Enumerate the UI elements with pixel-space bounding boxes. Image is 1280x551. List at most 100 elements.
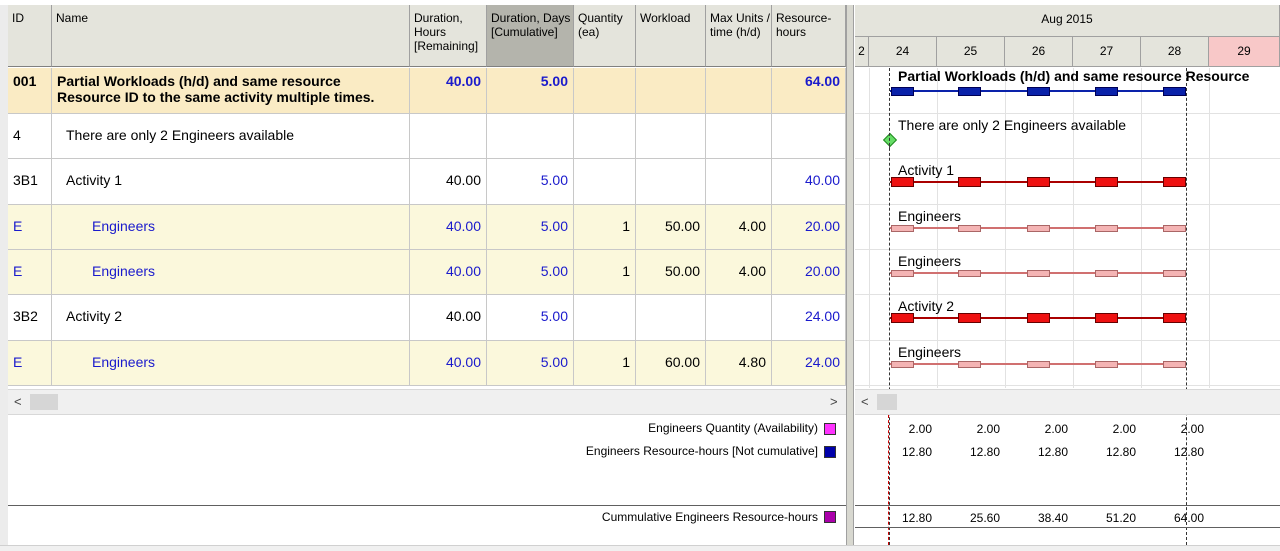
row-6-resource-hours[interactable]: 24.00	[772, 295, 846, 341]
row-5-workload[interactable]: 50.00	[636, 250, 706, 295]
col-header-workload[interactable]: Workload	[636, 5, 706, 67]
scroll-right-button[interactable]: >	[830, 394, 838, 409]
row-6-max-units[interactable]	[706, 295, 772, 341]
row-4-name[interactable]: Engineers	[52, 205, 410, 250]
row-6-quantity[interactable]	[574, 295, 636, 341]
gantt-bar-segment[interactable]	[1027, 360, 1050, 368]
gantt-bar-segment[interactable]	[891, 224, 914, 232]
gantt-bar-segment[interactable]	[1163, 224, 1186, 232]
gantt-bar-segment[interactable]	[891, 86, 914, 96]
col-header-resource-hours[interactable]: Resource- hours	[772, 5, 846, 67]
gantt-bar-segment[interactable]	[1095, 177, 1118, 187]
row-1-workload[interactable]	[636, 68, 706, 114]
gantt-bar-segment[interactable]	[1027, 224, 1050, 232]
row-1-name[interactable]: Partial Workloads (h/d) and same resourc…	[52, 68, 410, 114]
row-2-max-units[interactable]	[706, 114, 772, 159]
gantt-scrollbar-thumb[interactable]	[877, 394, 897, 410]
row-1-resource-hours[interactable]: 64.00	[772, 68, 846, 114]
row-4-id[interactable]: E	[8, 205, 52, 250]
row-5-id[interactable]: E	[8, 250, 52, 295]
gantt-bar-segment[interactable]	[1163, 269, 1186, 277]
gantt-bar-segment[interactable]	[1027, 313, 1050, 323]
gantt-bar-segment[interactable]	[1163, 86, 1186, 96]
gantt-bar-segment[interactable]	[1095, 224, 1118, 232]
row-4-workload[interactable]: 50.00	[636, 205, 706, 250]
row-7-id[interactable]: E	[8, 341, 52, 386]
row-1-dur-hours[interactable]: 40.00	[410, 68, 487, 114]
scrollbar-thumb[interactable]	[30, 394, 58, 410]
row-4-dur-hours[interactable]: 40.00	[410, 205, 487, 250]
row-4-resource-hours[interactable]: 20.00	[772, 205, 846, 250]
col-header-duration-hours[interactable]: Duration, Hours [Remaining]	[410, 5, 487, 67]
row-2-name[interactable]: There are only 2 Engineers available	[52, 114, 410, 159]
row-6-workload[interactable]	[636, 295, 706, 341]
row-5-dur-hours[interactable]: 40.00	[410, 250, 487, 295]
gantt-bar-segment[interactable]	[1163, 177, 1186, 187]
row-5-dur-days[interactable]: 5.00	[487, 250, 574, 295]
col-header-id[interactable]: ID	[8, 5, 52, 67]
gantt-bar-segment[interactable]	[1027, 86, 1050, 96]
row-4-max-units[interactable]: 4.00	[706, 205, 772, 250]
col-header-quantity[interactable]: Quantity (ea)	[574, 5, 636, 67]
row-2-quantity[interactable]	[574, 114, 636, 159]
row-5-resource-hours[interactable]: 20.00	[772, 250, 846, 295]
row-1-dur-days[interactable]: 5.00	[487, 68, 574, 114]
row-2-dur-days[interactable]	[487, 114, 574, 159]
gantt-bar-segment[interactable]	[1095, 86, 1118, 96]
gantt-bar-segment[interactable]	[1163, 360, 1186, 368]
row-3-max-units[interactable]	[706, 159, 772, 205]
row-3-name[interactable]: Activity 1	[52, 159, 410, 205]
gantt-bar-segment[interactable]	[958, 177, 981, 187]
gantt-bar-segment[interactable]	[958, 86, 981, 96]
gantt-bar-segment[interactable]	[958, 360, 981, 368]
row-7-dur-hours[interactable]: 40.00	[410, 341, 487, 386]
row-5-quantity[interactable]: 1	[574, 250, 636, 295]
row-6-id[interactable]: 3B2	[8, 295, 52, 341]
gantt-bar-segment[interactable]	[958, 224, 981, 232]
gantt-bar-segment[interactable]	[891, 360, 914, 368]
row-3-workload[interactable]	[636, 159, 706, 205]
gantt-bar-segment[interactable]	[1095, 360, 1118, 368]
row-7-name[interactable]: Engineers	[52, 341, 410, 386]
row-6-dur-hours[interactable]: 40.00	[410, 295, 487, 341]
gantt-bar-segment[interactable]	[958, 269, 981, 277]
row-3-resource-hours[interactable]: 40.00	[772, 159, 846, 205]
row-7-dur-days[interactable]: 5.00	[487, 341, 574, 386]
col-header-duration-days[interactable]: Duration, Days [Cumulative]	[487, 5, 574, 67]
gantt-bar-segment[interactable]	[1095, 313, 1118, 323]
scroll-left-button[interactable]: <	[14, 394, 22, 409]
gantt-bar-segment[interactable]	[891, 269, 914, 277]
row-3-quantity[interactable]	[574, 159, 636, 205]
gantt-bar-segment[interactable]	[1163, 313, 1186, 323]
row-4-quantity[interactable]: 1	[574, 205, 636, 250]
gantt-horizontal-scrollbar[interactable]: <	[855, 389, 1280, 415]
row-5-name[interactable]: Engineers	[52, 250, 410, 295]
row-2-workload[interactable]	[636, 114, 706, 159]
col-header-name[interactable]: Name	[52, 5, 410, 67]
row-6-name[interactable]: Activity 2	[52, 295, 410, 341]
row-7-resource-hours[interactable]: 24.00	[772, 341, 846, 386]
row-6-dur-days[interactable]: 5.00	[487, 295, 574, 341]
row-7-workload[interactable]: 60.00	[636, 341, 706, 386]
gantt-bar-segment[interactable]	[1095, 269, 1118, 277]
row-2-dur-hours[interactable]	[410, 114, 487, 159]
row-3-id[interactable]: 3B1	[8, 159, 52, 205]
row-7-quantity[interactable]: 1	[574, 341, 636, 386]
row-3-dur-hours[interactable]: 40.00	[410, 159, 487, 205]
row-4-dur-days[interactable]: 5.00	[487, 205, 574, 250]
row-3-dur-days[interactable]: 5.00	[487, 159, 574, 205]
col-header-max-units[interactable]: Max Units / time (h/d)	[706, 5, 772, 67]
gantt-bar-segment[interactable]	[891, 177, 914, 187]
gantt-bar-segment[interactable]	[958, 313, 981, 323]
row-2-id[interactable]: 4	[8, 114, 52, 159]
gantt-bar-segment[interactable]	[1027, 177, 1050, 187]
row-2-resource-hours[interactable]	[772, 114, 846, 159]
row-7-max-units[interactable]: 4.80	[706, 341, 772, 386]
row-1-max-units[interactable]	[706, 68, 772, 114]
row-1-id[interactable]: 001	[8, 68, 52, 114]
gantt-bar-segment[interactable]	[891, 313, 914, 323]
gantt-bar-segment[interactable]	[1027, 269, 1050, 277]
gantt-scroll-left-button[interactable]: <	[861, 394, 869, 409]
row-1-quantity[interactable]	[574, 68, 636, 114]
grid-horizontal-scrollbar[interactable]: < >	[8, 389, 846, 415]
